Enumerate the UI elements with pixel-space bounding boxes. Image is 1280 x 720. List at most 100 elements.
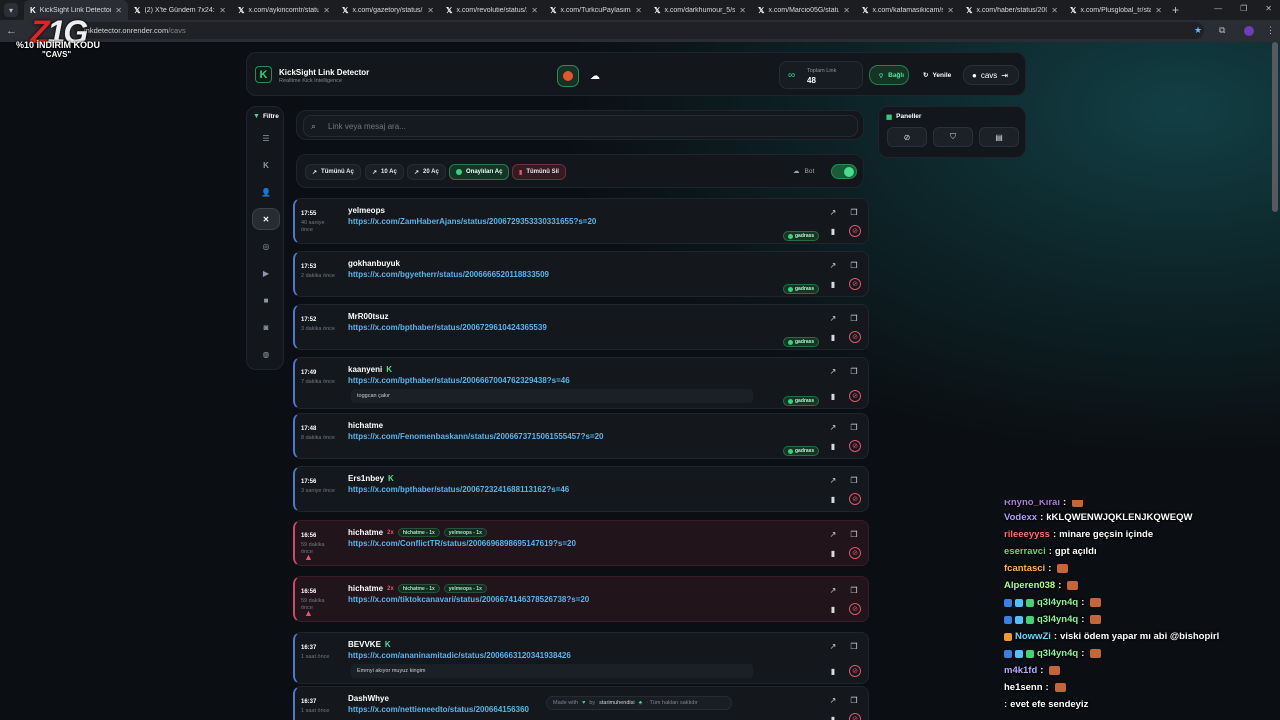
block-icon[interactable]: ⊘ [849, 493, 861, 505]
browser-tab[interactable]: 𝕏x.com/TurkcuPaylasim/sta ✕ [544, 0, 648, 20]
connected-button[interactable]: ⌔ Bağlı [869, 65, 909, 85]
theme-red-icon[interactable] [557, 65, 579, 87]
page-scrollbar[interactable] [1272, 42, 1278, 212]
trash-icon[interactable]: ▮ [827, 665, 839, 677]
link-url[interactable]: https://x.com/tiktokcanavari/status/2006… [348, 595, 589, 604]
block-icon[interactable]: ⊘ [849, 665, 861, 677]
browser-tab[interactable]: 𝕏x.com/revolutie/status/20 ✕ [440, 0, 544, 20]
browser-tab[interactable]: 𝕏x.com/aykiricomtr/status/✕ [232, 0, 336, 20]
panel-archive-icon[interactable]: ▤ [979, 127, 1019, 147]
trash-icon[interactable]: ▮ [827, 331, 839, 343]
browser-menu-icon[interactable]: ⋮ [1266, 25, 1275, 36]
block-icon[interactable]: ⊘ [849, 547, 861, 559]
block-icon[interactable]: ⊘ [849, 713, 861, 720]
copy-icon[interactable]: ❐ [848, 421, 860, 433]
block-icon[interactable]: ⊘ [849, 278, 861, 290]
copy-icon[interactable]: ❐ [848, 206, 860, 218]
tab-close-icon[interactable]: ✕ [323, 6, 330, 15]
tab-close-icon[interactable]: ✕ [739, 6, 746, 15]
trash-icon[interactable]: ▮ [827, 493, 839, 505]
link-url[interactable]: https://x.com/Fenomenbaskann/status/2006… [348, 432, 603, 441]
open-link-icon[interactable]: ↗ [827, 365, 839, 377]
copy-icon[interactable]: ❐ [848, 584, 860, 596]
filter-x-icon[interactable]: ✕ [252, 208, 280, 230]
block-icon[interactable]: ⊘ [849, 603, 861, 615]
tab-close-icon[interactable]: ✕ [427, 6, 434, 15]
filter-kick-icon[interactable]: K [252, 154, 280, 176]
copy-icon[interactable]: ❐ [848, 640, 860, 652]
close-window-button[interactable]: ✕ [1265, 4, 1272, 13]
trash-icon[interactable]: ▮ [827, 547, 839, 559]
link-url[interactable]: https://x.com/ZamHaberAjans/status/20067… [348, 217, 596, 226]
link-url[interactable]: https://x.com/ananinamitadic/status/2006… [348, 651, 571, 660]
bookmark-star-icon[interactable]: ★ [1194, 25, 1202, 36]
filter-video-icon[interactable]: ■ [252, 289, 280, 311]
open-link-icon[interactable]: ↗ [827, 584, 839, 596]
open-link-icon[interactable]: ↗ [827, 474, 839, 486]
trash-icon[interactable]: ▮ [827, 713, 839, 720]
tab-close-icon[interactable]: ✕ [219, 6, 226, 15]
browser-tab[interactable]: 𝕏x.com/Plusglobal_tr/statu ✕ [1064, 0, 1168, 20]
filter-camera-icon[interactable]: ◙ [252, 316, 280, 338]
trash-icon[interactable]: ▮ [827, 225, 839, 237]
bot-toggle[interactable] [831, 164, 857, 179]
browser-tab[interactable]: 𝕏x.com/haber/status/2006 ✕ [960, 0, 1064, 20]
link-url[interactable]: https://x.com/ConflictTR/status/20066968… [348, 539, 576, 548]
open-approved-button[interactable]: Onaylıları Aç [449, 164, 510, 180]
browser-tab[interactable]: 𝕏(2) X'te Gündem 7x24: "G ✕ [128, 0, 232, 20]
copy-icon[interactable]: ❐ [848, 474, 860, 486]
theme-ghost-icon[interactable]: ☁ [584, 65, 606, 87]
tab-close-icon[interactable]: ✕ [635, 6, 642, 15]
link-url[interactable]: https://x.com/bpthaber/status/2006667004… [348, 376, 570, 385]
extensions-icon[interactable]: ⧉ [1219, 25, 1225, 36]
delete-all-button[interactable]: ▮ Tümünü Sil [512, 164, 566, 180]
footer-author[interactable]: starimuhendisi [599, 700, 634, 706]
browser-tab[interactable]: 𝕏x.com/darkhumour_5/sta ✕ [648, 0, 752, 20]
address-bar[interactable]: inkdetector.onrender.com/cavs [74, 22, 1204, 39]
filter-globe-icon[interactable]: ◍ [252, 343, 280, 365]
open-link-icon[interactable]: ↗ [827, 694, 839, 706]
minimize-button[interactable]: — [1214, 4, 1222, 13]
link-url[interactable]: https://x.com/bpthaber/status/2006723241… [348, 485, 569, 494]
tab-close-icon[interactable]: ✕ [947, 6, 954, 15]
link-url[interactable]: https://x.com/bgyetherr/status/200666652… [348, 270, 549, 279]
browser-tab[interactable]: 𝕏x.com/kafamasikicam/sta ✕ [856, 0, 960, 20]
copy-icon[interactable]: ❐ [848, 528, 860, 540]
block-icon[interactable]: ⊘ [849, 390, 861, 402]
refresh-button[interactable]: ↻ Yenile [915, 65, 959, 85]
block-icon[interactable]: ⊘ [849, 331, 861, 343]
browser-tab[interactable]: 𝕏x.com/Marcio05G/status ✕ [752, 0, 856, 20]
link-url[interactable]: https://x.com/bpthaber/status/2006729610… [348, 323, 547, 332]
open-10-button[interactable]: ↗ 10 Aç [365, 164, 404, 180]
open-link-icon[interactable]: ↗ [827, 259, 839, 271]
tab-close-icon[interactable]: ✕ [843, 6, 850, 15]
block-icon[interactable]: ⊘ [849, 440, 861, 452]
open-all-button[interactable]: ↗ Tümünü Aç [305, 164, 361, 180]
open-link-icon[interactable]: ↗ [827, 640, 839, 652]
copy-icon[interactable]: ❐ [848, 312, 860, 324]
trash-icon[interactable]: ▮ [827, 440, 839, 452]
link-url[interactable]: https://x.com/nettieneedto/status/200664… [348, 705, 529, 714]
filter-instagram-icon[interactable]: ◎ [252, 235, 280, 257]
trash-icon[interactable]: ▮ [827, 603, 839, 615]
tab-close-icon[interactable]: ✕ [531, 6, 538, 15]
open-link-icon[interactable]: ↗ [827, 312, 839, 324]
filter-youtube-icon[interactable]: ▶ [252, 262, 280, 284]
trash-icon[interactable]: ▮ [827, 278, 839, 290]
copy-icon[interactable]: ❐ [848, 694, 860, 706]
open-link-icon[interactable]: ↗ [827, 206, 839, 218]
new-tab-button[interactable]: + [1172, 3, 1179, 17]
filter-users-icon[interactable]: 👤 [252, 181, 280, 203]
filter-all-icon[interactable]: ☰ [252, 127, 280, 149]
tab-close-icon[interactable]: ✕ [1051, 6, 1058, 15]
copy-icon[interactable]: ❐ [848, 365, 860, 377]
user-button[interactable]: ● cavs ⇥ [963, 65, 1019, 85]
open-20-button[interactable]: ↗ 20 Aç [407, 164, 446, 180]
profile-avatar[interactable] [1244, 26, 1254, 36]
block-icon[interactable]: ⊘ [849, 225, 861, 237]
maximize-button[interactable]: ❐ [1240, 4, 1247, 13]
logout-icon[interactable]: ⇥ [1001, 71, 1008, 80]
copy-icon[interactable]: ❐ [848, 259, 860, 271]
panel-block-icon[interactable]: ⊘ [887, 127, 927, 147]
trash-icon[interactable]: ▮ [827, 390, 839, 402]
